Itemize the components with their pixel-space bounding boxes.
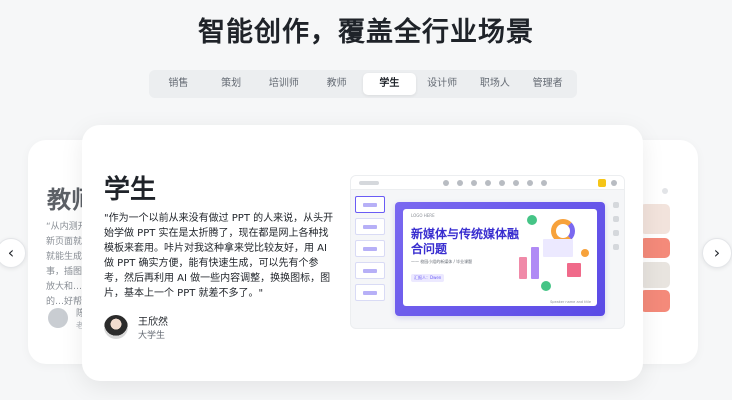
tab-student[interactable]: 学生 — [363, 73, 416, 95]
deco-bar-icon — [531, 247, 539, 279]
user-role: 大学生 — [138, 331, 166, 341]
testimonial-quote: "作为一个以前从来没有做过 PPT 的人来说，从头开始学做 PPT 实在是太折腾… — [104, 213, 334, 299]
slide-logo: LOGO HERE — [411, 213, 435, 218]
preview-tile — [640, 290, 670, 312]
deco-chat-icon — [541, 281, 551, 291]
toolbar-tool-icon — [471, 180, 477, 186]
slide-thumbnail — [355, 196, 385, 213]
slide-footer: Speaker name and title — [550, 300, 591, 304]
tab-designer[interactable]: 设计师 — [416, 73, 469, 95]
preview-photo — [640, 262, 670, 288]
slide-content: LOGO HERE 新媒体与传统媒体融合问题 —— 校园小组的新媒体 / 毕业课… — [403, 209, 597, 306]
toolbar-tool-icon — [443, 180, 449, 186]
avatar — [104, 315, 128, 339]
editor-preview: LOGO HERE 新媒体与传统媒体融合问题 —— 校园小组的新媒体 / 毕业课… — [350, 175, 625, 329]
tab-professional[interactable]: 职场人 — [469, 73, 522, 95]
chevron-right-icon[interactable]: › — [702, 238, 732, 268]
tab-manager[interactable]: 管理者 — [521, 73, 574, 95]
toolbar-tool-icon — [513, 180, 519, 186]
preview-photo — [640, 204, 670, 234]
preview-dot — [662, 188, 668, 194]
slide-thumbnail — [355, 262, 385, 279]
slide-thumbnail — [355, 218, 385, 235]
rail-tool-icon — [613, 244, 619, 250]
deco-sparkle-icon — [581, 249, 589, 257]
toolbar-tool-icon — [499, 180, 505, 186]
chevron-left-icon[interactable]: ‹ — [0, 238, 26, 268]
deco-chat-icon — [527, 215, 537, 225]
editor-right-rail — [611, 202, 621, 258]
toolbar-more-icon — [611, 180, 617, 186]
deco-bar-icon — [519, 257, 527, 279]
user-name: 王欣然 — [138, 317, 168, 328]
side-card-avatar — [48, 308, 68, 328]
tab-planning[interactable]: 策划 — [205, 73, 258, 95]
slide-subtitle: —— 校园小组的新媒体 / 毕业课题 — [411, 259, 473, 264]
deco-bar-icon — [567, 263, 581, 277]
slide-title: 新媒体与传统媒体融合问题 — [411, 227, 520, 256]
tab-trainer[interactable]: 培训师 — [258, 73, 311, 95]
toolbar-tool-icon — [541, 180, 547, 186]
slide-canvas: LOGO HERE 新媒体与传统媒体融合问题 —— 校园小组的新媒体 / 毕业课… — [395, 202, 605, 316]
page-headline: 智能创作，覆盖全行业场景 — [198, 17, 534, 48]
rail-tool-icon — [613, 230, 619, 236]
rail-tool-icon — [613, 216, 619, 222]
deco-bar-icon — [543, 239, 573, 257]
toolbar-title-pill — [359, 181, 379, 185]
slide-thumbnail-list — [355, 196, 389, 306]
testimonial-card-student: 学生 "作为一个以前从来没有做过 PPT 的人来说，从头开始学做 PPT 实在是… — [82, 125, 643, 381]
slide-thumbnail — [355, 240, 385, 257]
slide-thumbnail — [355, 284, 385, 301]
preview-tile — [640, 238, 670, 258]
slide-tag: 汇报人：Dwen — [411, 274, 445, 282]
toolbar-tool-icon — [457, 180, 463, 186]
toolbar-ai-icon — [598, 179, 606, 187]
rail-tool-icon — [613, 202, 619, 208]
role-title: 学生 — [104, 175, 157, 205]
editor-toolbar — [351, 176, 624, 190]
toolbar-tool-icon — [485, 180, 491, 186]
tab-sales[interactable]: 销售 — [152, 73, 205, 95]
tab-teacher[interactable]: 教师 — [310, 73, 363, 95]
toolbar-tool-icon — [527, 180, 533, 186]
role-tabs: 销售 策划 培训师 教师 学生 设计师 职场人 管理者 — [149, 70, 577, 98]
